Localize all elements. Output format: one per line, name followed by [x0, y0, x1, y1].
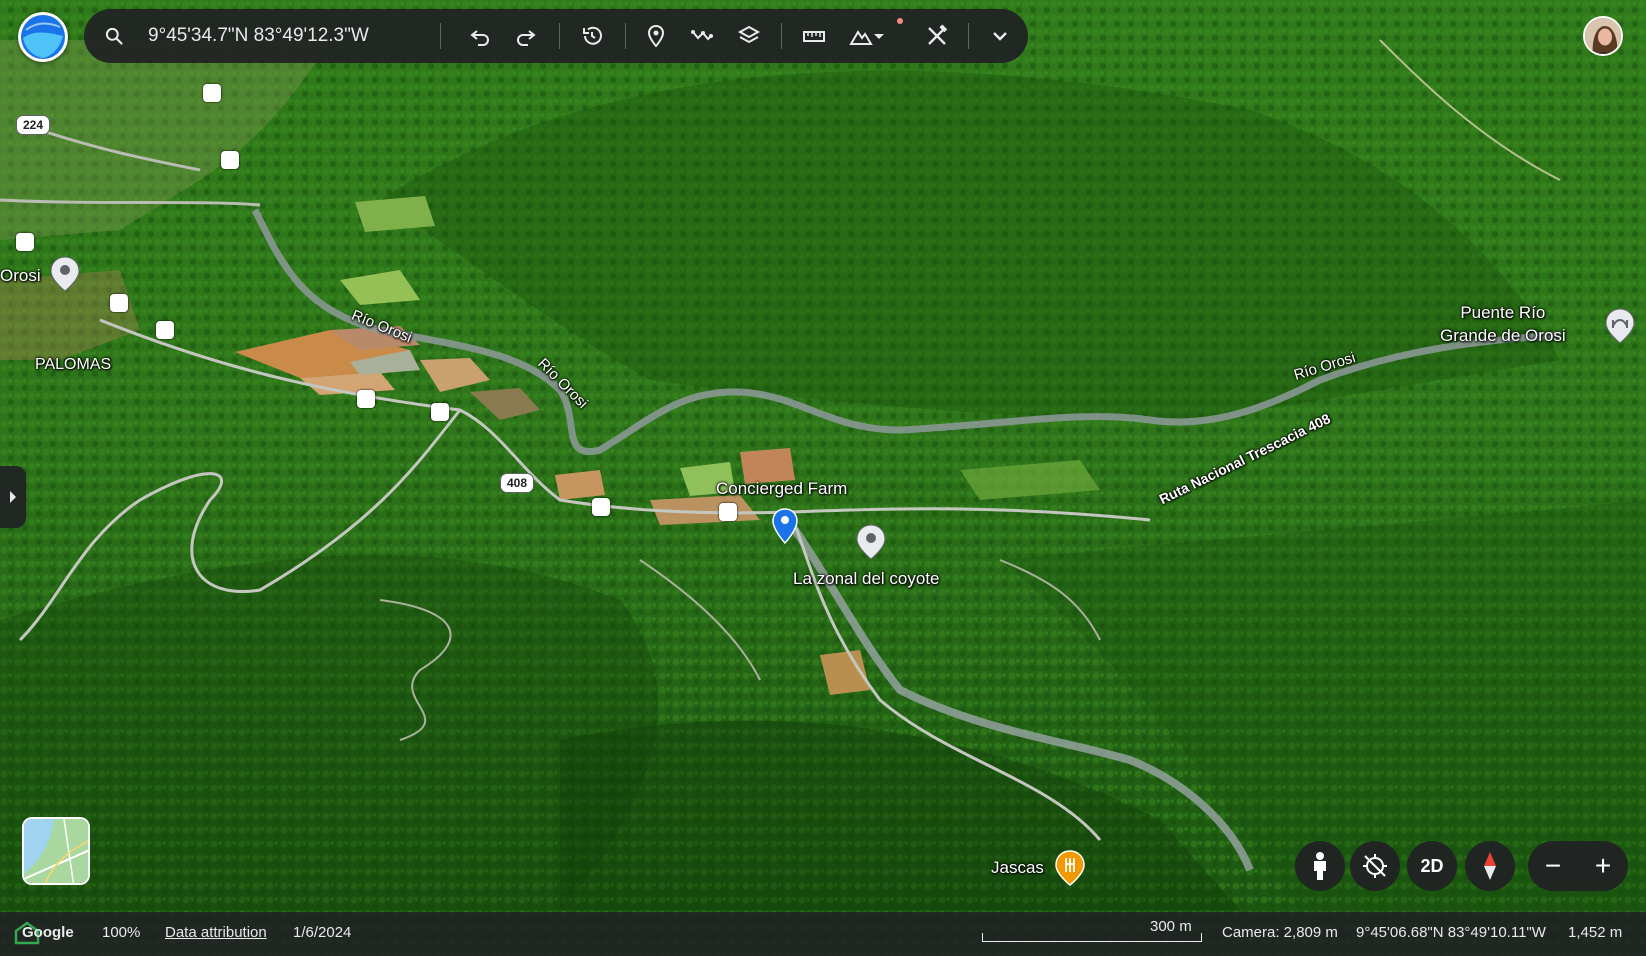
top-toolbar: 9°45'34.7"N 83°49'12.3"W — [84, 9, 1028, 63]
redo-icon — [517, 30, 536, 46]
bus-stop-icon[interactable] — [16, 233, 34, 251]
bus-stop-icon[interactable] — [110, 294, 128, 312]
place-label-puente-rio-grande[interactable]: Puente Río Grande de Orosi — [1440, 301, 1566, 347]
history-icon — [583, 26, 602, 45]
layers-button[interactable] — [731, 18, 767, 54]
bus-stop-icon[interactable] — [592, 498, 610, 516]
history-button[interactable] — [574, 18, 610, 54]
search-input[interactable]: 9°45'34.7"N 83°49'12.3"W — [148, 25, 369, 47]
undo-button[interactable] — [462, 18, 498, 54]
measure-button[interactable] — [796, 18, 832, 54]
more-button[interactable] — [982, 18, 1018, 54]
add-placemark-button[interactable] — [638, 18, 674, 54]
road-badge-408: 408 — [500, 473, 535, 493]
divider — [625, 23, 626, 49]
bus-stop-icon[interactable] — [156, 321, 174, 339]
layers-icon — [737, 25, 761, 44]
place-label-palomas[interactable]: PALOMAS — [35, 356, 111, 374]
place-label-orosi[interactable]: Orosi — [0, 266, 41, 286]
view-2d-button[interactable]: 2D — [1407, 841, 1457, 891]
caret-down-icon — [874, 34, 884, 39]
tools-icon — [928, 24, 948, 45]
terrain-dropdown[interactable] — [867, 18, 891, 54]
place-label-jascas[interactable]: Jascas — [991, 858, 1044, 878]
cursor-elevation: 1,452 m — [1568, 924, 1623, 941]
globe-icon — [18, 12, 68, 62]
zoom-in-button[interactable]: + — [1578, 841, 1628, 891]
restaurant-pin-icon[interactable] — [1055, 850, 1085, 886]
place-label-concierged-farm[interactable]: Concierged Farm — [716, 479, 847, 499]
ruler-icon — [803, 31, 825, 42]
zoom-percent: 100% — [102, 924, 141, 941]
divider — [781, 23, 782, 49]
satellite-3d-map[interactable] — [0, 0, 1646, 956]
tools-button[interactable] — [919, 18, 955, 54]
placemark-icon — [647, 24, 665, 48]
path-icon — [691, 30, 713, 41]
user-avatar[interactable] — [1583, 16, 1623, 56]
google-logo: Google — [22, 924, 74, 941]
tilt-toggle-button[interactable] — [1350, 841, 1400, 891]
cursor-coordinates: 9°45'06.68"N 83°49'10.11"W — [1356, 924, 1546, 941]
compass-button[interactable] — [1465, 841, 1515, 891]
notification-dot — [897, 18, 903, 24]
scale-line — [982, 933, 1202, 942]
bus-stop-icon[interactable] — [431, 403, 449, 421]
scale-bar: 300 m — [982, 918, 1202, 942]
grey-place-pin-icon[interactable] — [50, 256, 80, 292]
selected-location-pin-icon[interactable] — [772, 508, 798, 544]
undo-icon — [470, 30, 489, 46]
bus-stop-icon[interactable] — [203, 84, 221, 102]
chevron-right-icon — [10, 491, 16, 503]
search-box[interactable]: 9°45'34.7"N 83°49'12.3"W — [84, 9, 440, 63]
search-icon — [105, 27, 123, 45]
status-bar: Google 100% Data attribution 1/6/2024 Ca… — [0, 912, 1646, 956]
data-attribution-link[interactable]: Data attribution — [165, 924, 267, 941]
divider — [559, 23, 560, 49]
expand-side-panel-button[interactable] — [0, 466, 26, 528]
road-badge-224: 224 — [16, 115, 51, 135]
bus-stop-icon[interactable] — [357, 390, 375, 408]
bridge-pin-icon[interactable] — [1605, 308, 1635, 344]
imagery-date: 1/6/2024 — [293, 924, 352, 941]
camera-altitude: Camera: 2,809 m — [1222, 924, 1338, 941]
zoom-out-button[interactable]: − — [1528, 841, 1578, 891]
map-style-thumbnail[interactable] — [22, 817, 90, 885]
divider — [968, 23, 969, 49]
map-thumbnail-icon — [24, 819, 88, 883]
earth-globe-button[interactable] — [18, 12, 68, 62]
add-path-button[interactable] — [684, 18, 720, 54]
redo-button[interactable] — [508, 18, 544, 54]
chevron-down-icon — [993, 32, 1007, 41]
tilt-off-icon — [1363, 854, 1387, 878]
bus-stop-icon[interactable] — [719, 503, 737, 521]
street-view-pegman-button[interactable] — [1295, 841, 1345, 891]
pegman-icon — [1314, 852, 1326, 880]
bus-stop-icon[interactable] — [221, 151, 239, 169]
compass-icon — [1484, 852, 1496, 880]
grey-place-pin-icon[interactable] — [856, 524, 886, 560]
zoom-controls: − + — [1528, 841, 1628, 891]
place-label-la-zonal-del-coyote[interactable]: La zonal del coyote — [793, 569, 940, 589]
divider — [440, 23, 441, 49]
